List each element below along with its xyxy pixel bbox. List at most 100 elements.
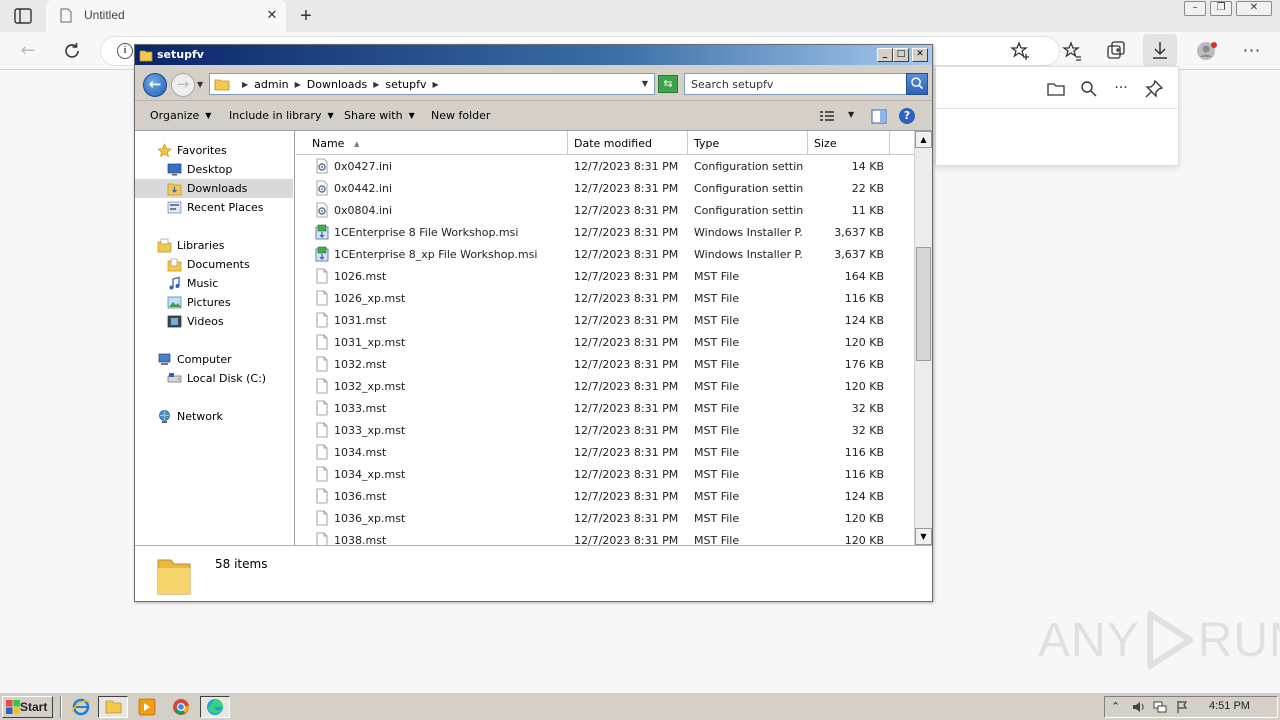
column-header-size[interactable]: Size — [808, 131, 890, 155]
nav-item-documents[interactable]: Documents — [135, 255, 293, 274]
clock[interactable]: 4:51 PM — [1209, 700, 1250, 712]
back-button[interactable]: ← — [18, 41, 38, 61]
favorites-icon[interactable] — [1060, 39, 1084, 63]
explorer-refresh-icon[interactable]: ⇆ — [658, 75, 678, 93]
breadcrumb-separator-icon[interactable]: ▶ — [373, 80, 379, 89]
view-options-icon[interactable] — [819, 109, 835, 123]
tab-actions-icon[interactable] — [14, 8, 32, 24]
volume-icon[interactable] — [1131, 700, 1145, 714]
window-minimize-button[interactable]: – — [1184, 1, 1206, 16]
file-row[interactable]: 1031_xp.mst 12/7/2023 8:31 PM MST File 120 … — [296, 331, 914, 353]
tab-close-button[interactable]: ✕ — [264, 8, 280, 24]
explorer-search-input[interactable]: Search setupfv — [684, 73, 928, 95]
breadcrumb-separator-icon[interactable]: ▶ — [242, 80, 248, 89]
internet-explorer-icon[interactable] — [66, 696, 96, 718]
file-row[interactable]: 1033_xp.mst 12/7/2023 8:31 PM MST File 32 K… — [296, 419, 914, 441]
info-icon[interactable]: i — [117, 43, 133, 59]
file-row[interactable]: 1034.mst 12/7/2023 8:31 PM MST File 116 KB — [296, 441, 914, 463]
scroll-down-button[interactable]: ▼ — [915, 528, 932, 545]
explorer-maximize-button[interactable]: □ — [893, 48, 909, 62]
profile-avatar-icon[interactable] — [1195, 39, 1219, 63]
scroll-up-button[interactable]: ▲ — [915, 131, 932, 148]
downloads-more-icon[interactable]: ··· — [1111, 79, 1131, 99]
explorer-taskbar-button[interactable] — [98, 696, 128, 718]
window-restore-button[interactable]: ❐ — [1210, 1, 1232, 16]
breadcrumb[interactable]: ▶ admin ▶ Downloads ▶ setupfv ▶ ▼ — [209, 73, 655, 95]
address-dropdown-icon[interactable]: ▼ — [642, 79, 648, 88]
help-icon[interactable]: ? — [899, 108, 915, 124]
file-row[interactable]: 1033.mst 12/7/2023 8:31 PM MST File 32 KB — [296, 397, 914, 419]
nav-item-favorites[interactable]: Favorites — [135, 141, 293, 160]
open-folder-icon[interactable] — [1046, 79, 1066, 99]
explorer-close-button[interactable]: ✕ — [912, 48, 928, 62]
network-tray-icon[interactable] — [1153, 700, 1167, 714]
breadcrumb-item-downloads[interactable]: Downloads — [307, 78, 367, 91]
file-row[interactable]: 1034_xp.mst 12/7/2023 8:31 PM MST File 116 … — [296, 463, 914, 485]
file-row[interactable]: 0x0427.ini 12/7/2023 8:31 PM Configuration… — [296, 155, 914, 177]
include-in-library-menu[interactable]: Include in library ▼ — [229, 109, 334, 122]
file-row[interactable]: 0x0442.ini 12/7/2023 8:31 PM Configuration… — [296, 177, 914, 199]
column-header-date[interactable]: Date modified — [568, 131, 688, 155]
nav-item-music[interactable]: Music — [135, 274, 293, 293]
nav-item-downloads[interactable]: Downloads — [135, 179, 293, 198]
edge-taskbar-button[interactable] — [200, 696, 230, 718]
new-tab-button[interactable]: + — [296, 5, 316, 27]
downloads-button[interactable] — [1143, 34, 1177, 66]
chrome-icon[interactable] — [166, 696, 196, 718]
preview-pane-icon[interactable] — [871, 109, 887, 124]
search-icon[interactable] — [906, 73, 928, 95]
start-button[interactable]: Start — [2, 696, 53, 718]
file-row[interactable]: 1031.mst 12/7/2023 8:31 PM MST File 124 KB — [296, 309, 914, 331]
nav-item-local-disk[interactable]: Local Disk (C:) — [135, 369, 293, 388]
media-player-icon[interactable] — [132, 696, 162, 718]
column-header-type[interactable]: Type — [688, 131, 808, 155]
refresh-icon[interactable] — [62, 41, 82, 61]
nav-item-libraries[interactable]: Libraries — [135, 236, 293, 255]
explorer-minimize-button[interactable]: _ — [877, 48, 893, 62]
column-header-name[interactable]: Name ▲ — [306, 131, 568, 155]
collections-icon[interactable] — [1104, 39, 1128, 63]
breadcrumb-item-admin[interactable]: admin — [254, 78, 288, 91]
file-name: 0x0427.ini — [334, 160, 393, 173]
nav-item-videos[interactable]: Videos — [135, 312, 293, 331]
file-row[interactable]: 1026.mst 12/7/2023 8:31 PM MST File 164 KB — [296, 265, 914, 287]
hard-drive-icon — [167, 373, 182, 383]
window-close-button[interactable]: ✕ — [1236, 1, 1272, 16]
explorer-forward-button[interactable]: → — [171, 73, 195, 97]
show-hidden-icons-icon[interactable]: ⌃ — [1111, 700, 1125, 714]
file-row[interactable]: 0x0804.ini 12/7/2023 8:31 PM Configuration… — [296, 199, 914, 221]
explorer-title-bar[interactable]: setupfv _ □ ✕ — [135, 45, 932, 65]
file-row[interactable]: 1026_xp.mst 12/7/2023 8:31 PM MST File 116 … — [296, 287, 914, 309]
nav-item-desktop[interactable]: Desktop — [135, 160, 293, 179]
explorer-back-button[interactable]: ← — [143, 73, 167, 97]
nav-item-computer[interactable]: Computer — [135, 350, 293, 369]
more-options-icon[interactable]: ··· — [1240, 39, 1264, 63]
new-folder-button[interactable]: New folder — [431, 109, 490, 122]
nav-item-pictures[interactable]: Pictures — [135, 293, 293, 312]
pin-icon[interactable] — [1144, 79, 1164, 99]
action-center-flag-icon[interactable] — [1175, 700, 1189, 714]
file-row[interactable]: 1CEnterprise 8 File Workshop.msi 12/7/202… — [296, 221, 914, 243]
file-row[interactable]: 1038.mst 12/7/2023 8:31 PM MST File 120 KB — [296, 529, 914, 545]
file-row[interactable]: 1032.mst 12/7/2023 8:31 PM MST File 176 KB — [296, 353, 914, 375]
breadcrumb-separator-icon[interactable]: ▶ — [295, 80, 301, 89]
organize-menu[interactable]: Organize ▼ — [150, 109, 211, 122]
file-row[interactable]: 1CEnterprise 8_xp File Workshop.msi 12/7/… — [296, 243, 914, 265]
nav-item-recent-places[interactable]: Recent Places — [135, 198, 293, 217]
file-row[interactable]: 1032_xp.mst 12/7/2023 8:31 PM MST File 120 … — [296, 375, 914, 397]
vertical-scrollbar[interactable]: ▲ ▼ — [914, 131, 932, 545]
browser-tab[interactable]: Untitled ✕ — [46, 0, 286, 32]
chevron-down-icon[interactable]: ▼ — [848, 110, 854, 119]
file-row[interactable]: 1036.mst 12/7/2023 8:31 PM MST File 124 KB — [296, 485, 914, 507]
nav-item-network[interactable]: Network — [135, 407, 293, 426]
breadcrumb-item-setupfv[interactable]: setupfv — [385, 78, 426, 91]
add-favorite-icon[interactable] — [1009, 39, 1033, 63]
search-icon[interactable] — [1079, 79, 1099, 99]
share-with-menu[interactable]: Share with ▼ — [344, 109, 415, 122]
file-row[interactable]: 1036_xp.mst 12/7/2023 8:31 PM MST File 120 … — [296, 507, 914, 529]
scroll-thumb[interactable] — [916, 247, 931, 361]
nav-label: Pictures — [187, 296, 231, 309]
breadcrumb-separator-icon[interactable]: ▶ — [433, 80, 439, 89]
folder-icon — [214, 79, 230, 91]
history-dropdown-icon[interactable]: ▼ — [197, 80, 203, 89]
